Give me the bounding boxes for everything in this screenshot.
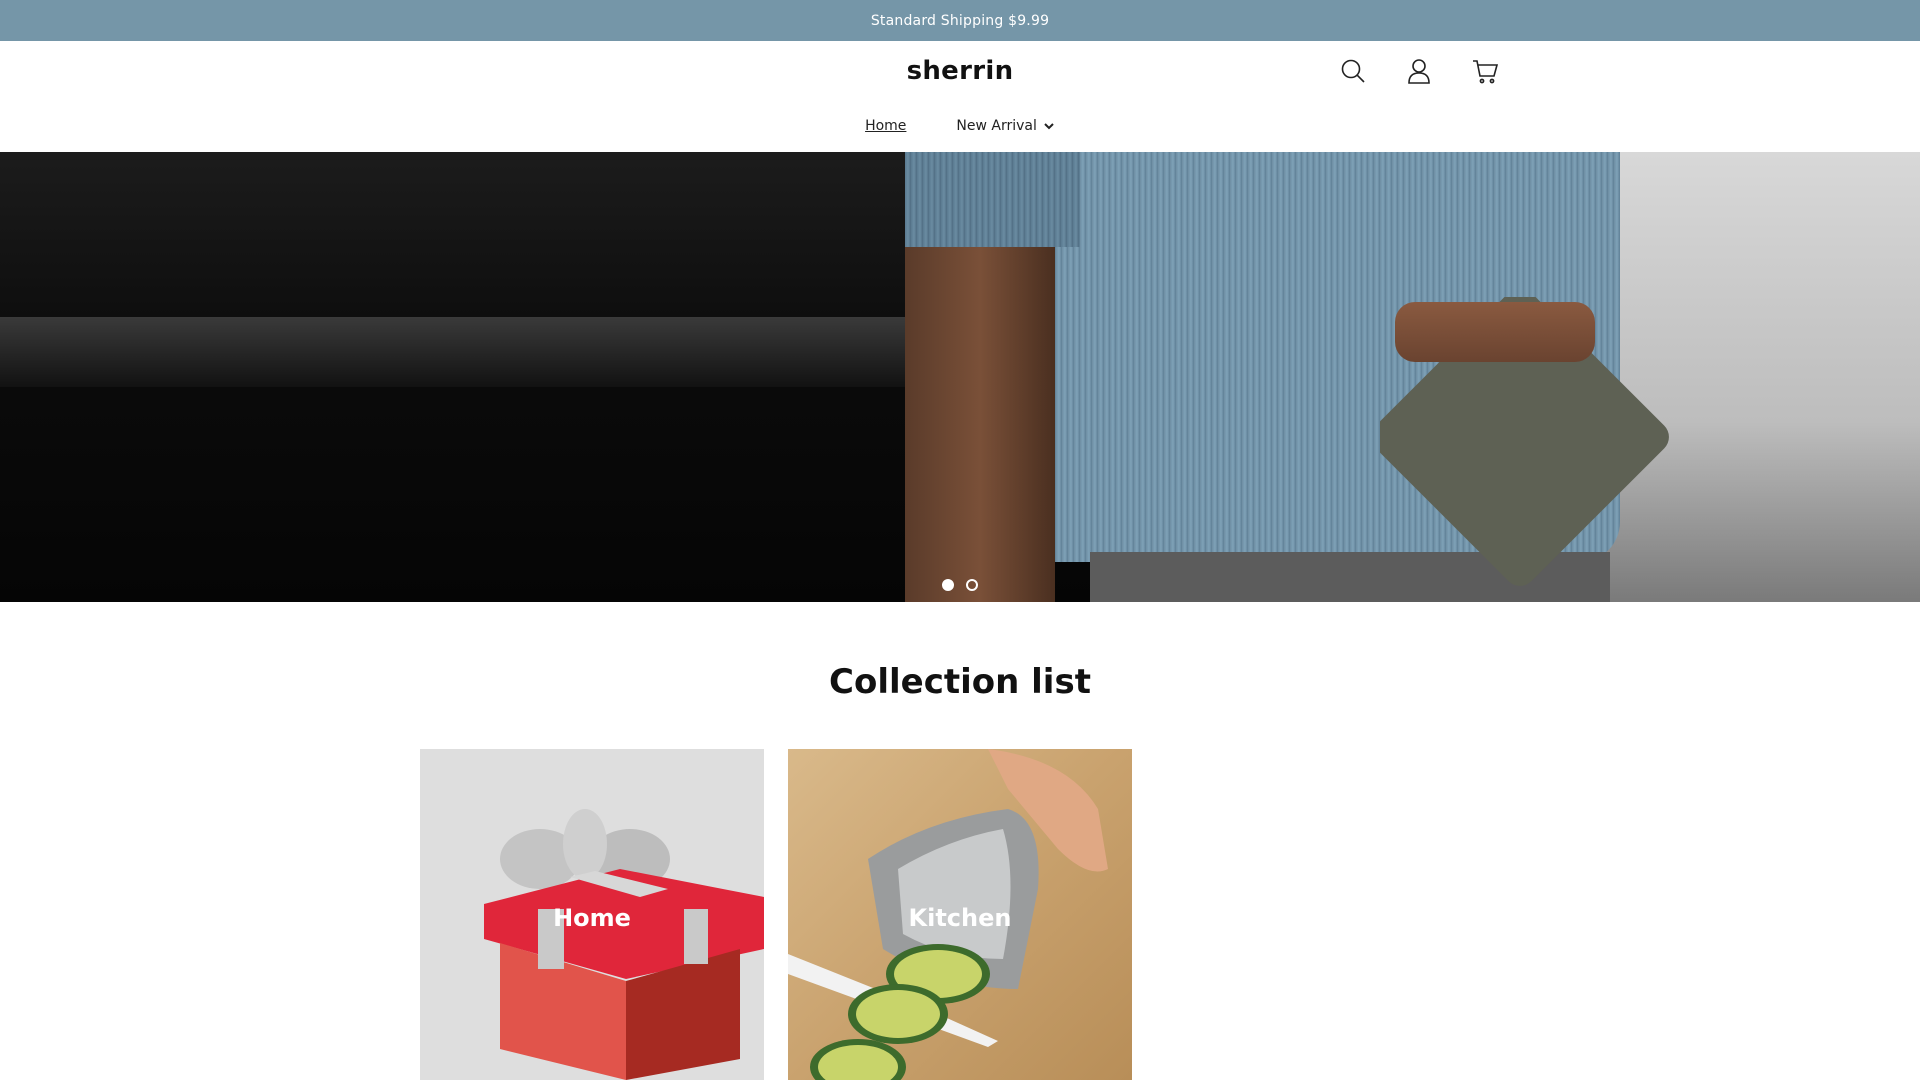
cart-icon[interactable] [1470,56,1500,86]
collection-card-label: Home [553,904,631,932]
collection-card-home[interactable]: Home [420,749,764,1080]
hero-slideshow[interactable] [0,152,1920,602]
account-icon[interactable] [1404,56,1434,86]
search-icon[interactable] [1338,56,1368,86]
nav-item-new-arrival-label: New Arrival [956,118,1037,134]
announcement-bar: Standard Shipping $9.99 [0,0,1920,41]
nav-item-home[interactable]: Home [865,118,906,134]
slide-dot-2[interactable] [966,579,978,591]
nav-item-new-arrival[interactable]: New Arrival [956,118,1054,134]
collection-grid: Home Kitchen [420,749,1132,1080]
slide-dot-1[interactable] [942,579,954,591]
site-header: sherrin [0,41,1920,112]
main-nav: Home New Arrival [0,112,1920,152]
collection-card-label: Kitchen [908,904,1012,932]
slideshow-dots [0,579,1920,591]
collection-title: Collection list [829,662,1091,702]
header-icons [1338,56,1500,86]
collection-card-kitchen[interactable]: Kitchen [788,749,1132,1080]
store-logo[interactable]: sherrin [0,56,1920,86]
announcement-text: Standard Shipping $9.99 [870,12,1050,29]
chevron-down-icon [1044,123,1054,130]
